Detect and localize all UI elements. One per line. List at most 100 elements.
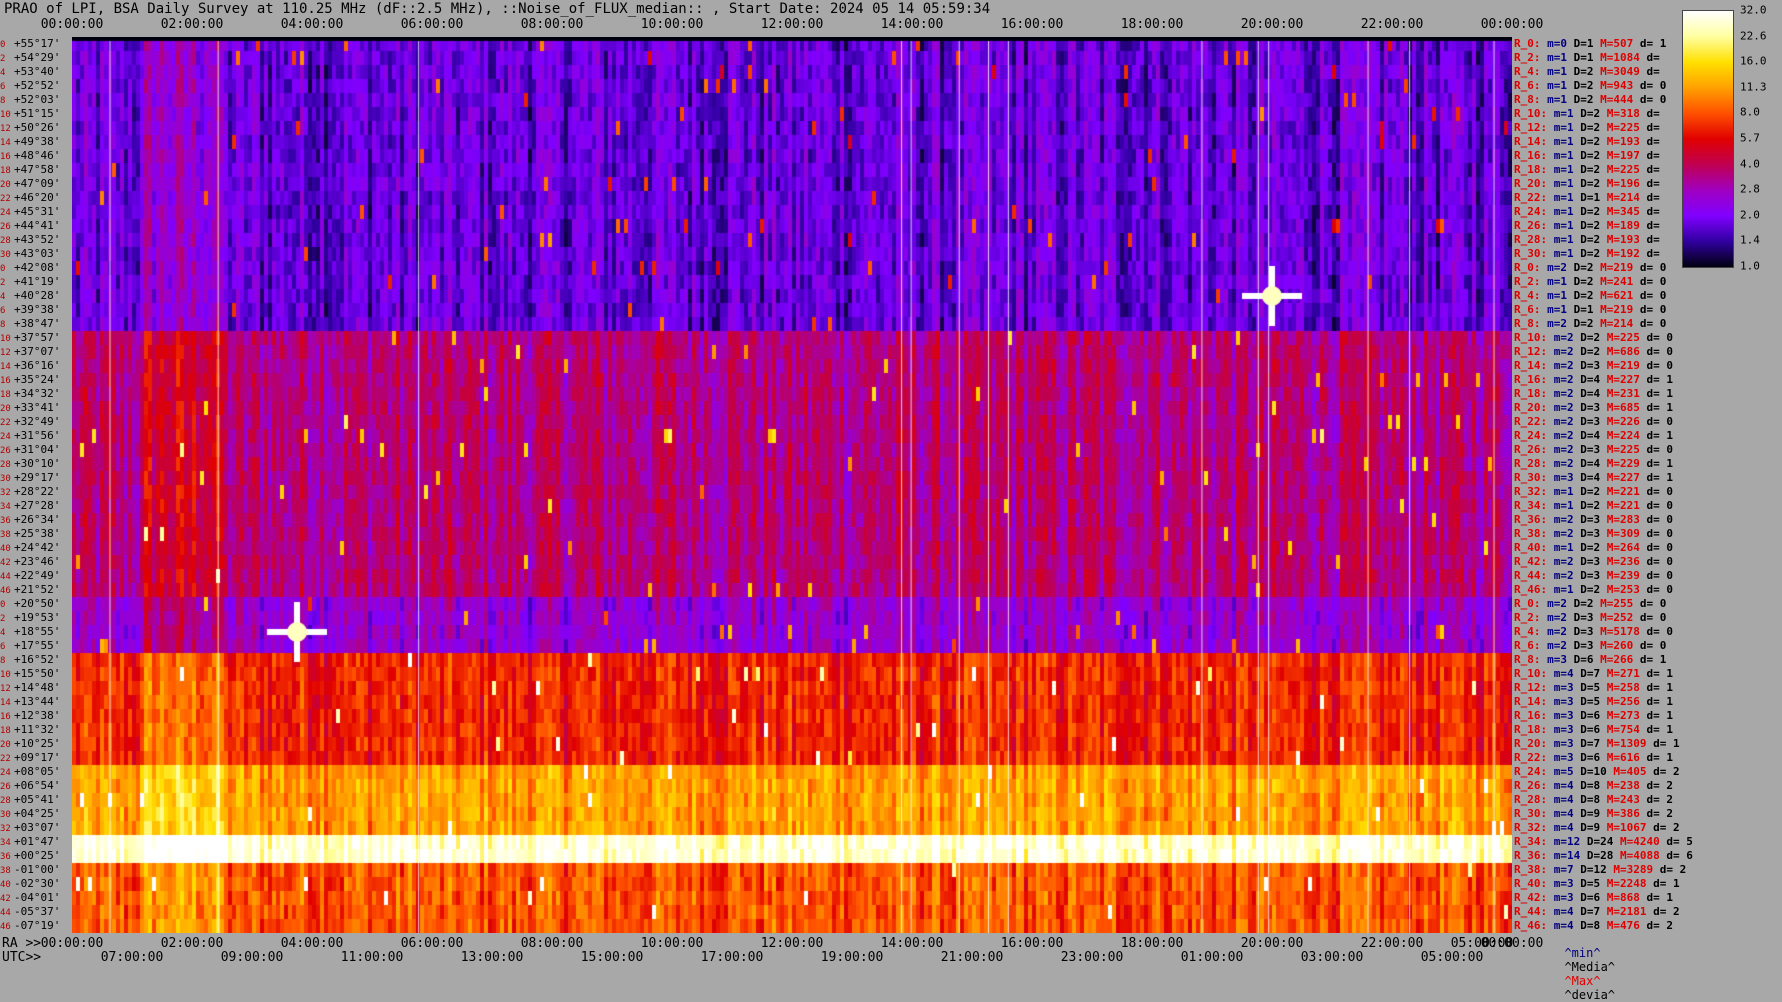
stat-d: d= 2 — [1659, 863, 1687, 876]
stat-r: R_0: — [1514, 37, 1541, 50]
stat-r: R_10: — [1514, 331, 1548, 344]
row-index: 30 — [0, 250, 11, 260]
stat-d: d= 0 — [1639, 303, 1667, 316]
stat-d: d= 0 — [1646, 415, 1674, 428]
row-stat: R_10: m=4 D=7 M=271 d= 1 — [1514, 667, 1673, 681]
row-index: 4 — [0, 68, 6, 78]
stat-r: R_14: — [1514, 695, 1548, 708]
row-index: 10 — [0, 110, 11, 120]
row-stat: R_36: m=14 D=28 M=4088 d= 6 — [1514, 849, 1693, 863]
stat-r: R_20: — [1514, 737, 1548, 750]
stat-r: R_8: — [1514, 93, 1541, 106]
top-axis-tick: 02:00:00 — [160, 17, 224, 32]
dec-row-label: 42 +23°46' — [0, 555, 72, 569]
stat-m: m=1 — [1553, 177, 1574, 190]
stat-r: R_4: — [1514, 65, 1541, 78]
stat-m: m=1 — [1553, 233, 1574, 246]
stat-d: d= 1 — [1646, 709, 1674, 722]
stat-m: m=2 — [1553, 569, 1574, 582]
stat-r: R_6: — [1514, 639, 1541, 652]
row-declination: +11°32' — [14, 723, 61, 736]
stat-d: D=5 — [1580, 681, 1601, 694]
stat-r: R_40: — [1514, 541, 1548, 554]
dec-row-label: 44 -05°37' — [0, 905, 72, 919]
row-declination: +26°34' — [14, 513, 61, 526]
top-axis-tick: 08:00:00 — [520, 17, 584, 32]
row-stat: R_22: m=2 D=3 M=226 d= 0 — [1514, 415, 1673, 429]
row-declination: +46°20' — [14, 191, 61, 204]
dec-row-label: 6 +17°55' — [0, 639, 72, 653]
colorbar-tick: 16.0 — [1740, 54, 1767, 68]
stat-d: d= 1 — [1646, 695, 1674, 708]
row-index: 2 — [0, 614, 6, 624]
colorbar-tick: 8.0 — [1740, 105, 1760, 119]
stat-r: R_40: — [1514, 877, 1548, 890]
stat-r: R_16: — [1514, 709, 1548, 722]
stat-d: D=4 — [1580, 429, 1601, 442]
stat-d: d= — [1646, 107, 1660, 120]
stat-m-max: M=271 — [1606, 667, 1640, 680]
row-stat: R_12: m=3 D=5 M=258 d= 1 — [1514, 681, 1673, 695]
stat-m: m=4 — [1553, 905, 1574, 918]
top-axis-tick: 14:00:00 — [880, 17, 944, 32]
stat-m: m=3 — [1553, 709, 1574, 722]
stat-d: d= 1 — [1639, 653, 1667, 666]
stat-d: D=1 — [1573, 51, 1594, 64]
dec-row-label: 16 +12°38' — [0, 709, 72, 723]
stat-m-max: M=318 — [1606, 107, 1640, 120]
stat-d: D=4 — [1580, 373, 1601, 386]
stat-d: d= 0 — [1646, 541, 1674, 554]
top-axis-tick: 16:00:00 — [1000, 17, 1064, 32]
stat-m-max: M=193 — [1606, 233, 1640, 246]
stat-m: m=1 — [1547, 65, 1567, 78]
stat-m: m=2 — [1547, 611, 1567, 624]
row-declination: +35°24' — [14, 373, 61, 386]
row-declination: +36°16' — [14, 359, 61, 372]
legend-median: ^Media^ — [1564, 960, 1616, 974]
dec-row-label: 32 +03°07' — [0, 821, 72, 835]
row-index: 6 — [0, 306, 6, 316]
heatmap-plot[interactable] — [72, 37, 1512, 933]
stat-m-max: M=252 — [1600, 611, 1634, 624]
stat-m-max: M=2248 — [1606, 877, 1647, 890]
stat-d: D=2 — [1573, 261, 1594, 274]
stat-m: m=4 — [1553, 779, 1574, 792]
row-stat: R_46: m=1 D=2 M=253 d= 0 — [1514, 583, 1673, 597]
stat-r: R_10: — [1514, 107, 1548, 120]
row-stat: R_16: m=2 D=4 M=227 d= 1 — [1514, 373, 1673, 387]
dec-row-label: 14 +49°38' — [0, 135, 72, 149]
row-stat: R_20: m=3 D=7 M=1309 d= 1 — [1514, 737, 1680, 751]
stat-r: R_6: — [1514, 303, 1541, 316]
stat-d: d= 1 — [1646, 681, 1674, 694]
row-stat: R_32: m=1 D=2 M=221 d= 0 — [1514, 485, 1673, 499]
row-declination: +30°10' — [14, 457, 61, 470]
row-stat: R_30: m=1 D=2 M=192 d= — [1514, 247, 1660, 261]
stat-m-max: M=224 — [1606, 429, 1640, 442]
heatmap-canvas[interactable] — [72, 37, 1512, 933]
stat-d: D=2 — [1580, 499, 1601, 512]
stat-m-max: M=476 — [1606, 919, 1640, 932]
stat-r: R_0: — [1514, 597, 1541, 610]
row-index: 32 — [0, 824, 11, 834]
stat-r: R_36: — [1514, 849, 1548, 862]
row-index: 46 — [0, 586, 11, 596]
row-declination: +03°07' — [14, 821, 61, 834]
row-declination: +06°54' — [14, 779, 61, 792]
bottom-utc-tick: 01:00:00 — [1180, 950, 1244, 965]
stat-m: m=4 — [1553, 821, 1574, 834]
stat-m-max: M=405 — [1613, 765, 1647, 778]
stat-d: d= 0 — [1639, 275, 1667, 288]
stat-r: R_30: — [1514, 807, 1548, 820]
row-declination: +33°41' — [14, 401, 61, 414]
row-declination: +25°38' — [14, 527, 61, 540]
dec-row-label: 16 +48°46' — [0, 149, 72, 163]
row-declination: +40°28' — [14, 289, 61, 302]
row-declination: +31°04' — [14, 443, 61, 456]
stat-r: R_44: — [1514, 905, 1548, 918]
top-axis-tick: 00:00:00 — [40, 17, 104, 32]
dec-row-label: 2 +19°53' — [0, 611, 72, 625]
stat-r: R_30: — [1514, 471, 1548, 484]
stat-d: D=2 — [1573, 275, 1594, 288]
stat-d: D=3 — [1573, 625, 1594, 638]
dec-row-label: 8 +16°52' — [0, 653, 72, 667]
